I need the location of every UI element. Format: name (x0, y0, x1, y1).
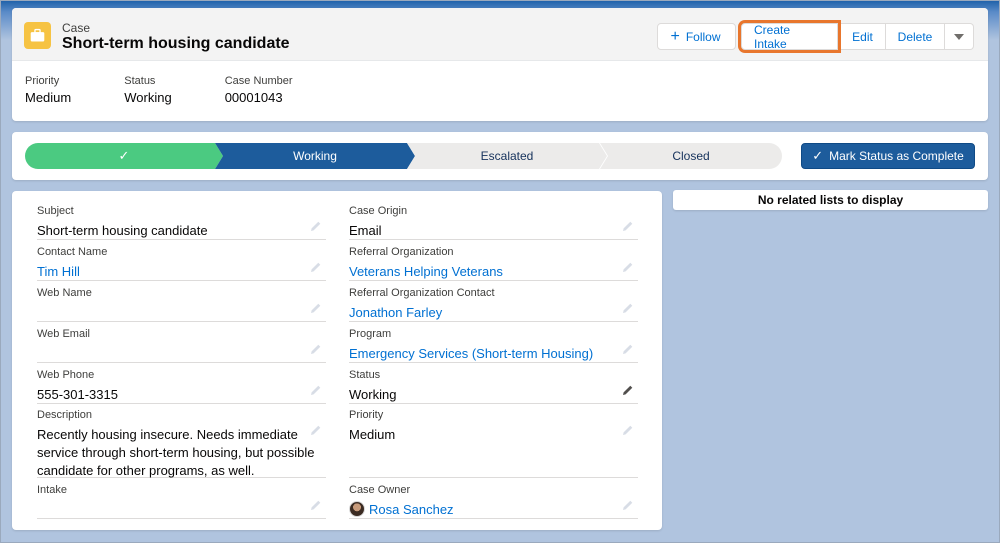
more-actions-button[interactable] (945, 23, 974, 50)
pencil-icon[interactable] (310, 301, 322, 313)
detail-field: Web Phone 555-301-3315 (37, 369, 326, 404)
highlights-panel: Priority Medium Status Working Case Numb… (25, 75, 346, 105)
pencil-icon[interactable] (622, 342, 634, 354)
detail-field: Referral Organization Contact Jonathon Fa… (349, 287, 638, 322)
detail-field: Contact Name Tim Hill (37, 246, 326, 281)
header-top-bar: Case Short-term housing candidate + Foll… (12, 8, 988, 61)
path-stage-working[interactable]: Working (215, 143, 415, 169)
highlight-case-number: Case Number 00001043 (225, 75, 293, 105)
field-value[interactable]: Veterans Helping Veterans (349, 263, 638, 281)
related-lists-panel: No related lists to display (673, 190, 988, 210)
detail-field: Description Recently housing insecure. Ne… (37, 409, 326, 478)
pencil-icon[interactable] (310, 342, 322, 354)
detail-field: Intake (37, 484, 326, 519)
status-path: ✓ Working Escalated Closed (25, 143, 782, 169)
highlight-value: Medium (25, 90, 72, 105)
details-panel: Subject Short-term housing candidate Conta… (12, 191, 662, 530)
briefcase-icon (24, 22, 51, 49)
highlight-label: Status (124, 75, 156, 87)
edit-button[interactable]: Edit (840, 23, 886, 50)
field-label: Priority (349, 409, 384, 421)
field-label: Case Owner (349, 484, 411, 496)
field-label: Contact Name (37, 246, 108, 258)
detail-field: Web Email (37, 328, 326, 363)
plus-icon: + (670, 27, 680, 45)
detail-field: Case Owner Rosa Sanchez (349, 484, 638, 519)
status-path-card: ✓ Working Escalated Closed ✓ Mark Status… (12, 132, 988, 180)
field-label: Status (349, 369, 381, 381)
field-value: Recently housing insecure. Needs immedia… (37, 427, 315, 478)
highlight-label: Priority (25, 75, 60, 87)
field-label: Web Email (37, 328, 90, 340)
case-owner-name[interactable]: Rosa Sanchez (369, 502, 454, 517)
pencil-icon[interactable] (310, 219, 322, 231)
field-label: Web Name (37, 287, 92, 299)
highlight-value: 00001043 (224, 90, 283, 105)
detail-field: Status Working (349, 369, 638, 404)
field-value[interactable]: Tim Hill (37, 263, 326, 281)
record-header: Case Short-term housing candidate + Foll… (12, 8, 988, 121)
create-intake-button[interactable]: Create Intake (741, 23, 838, 51)
field-value: Medium (349, 427, 396, 442)
pencil-icon[interactable] (622, 301, 634, 313)
related-empty-message: No related lists to display (757, 193, 904, 207)
field-label: Referral Organization (349, 246, 454, 258)
mark-status-complete-button[interactable]: ✓ Mark Status as Complete (801, 143, 975, 169)
highlight-label: Case Number (224, 75, 293, 87)
pencil-icon[interactable] (310, 423, 322, 435)
field-value: Working (349, 387, 397, 402)
pencil-icon[interactable] (622, 383, 634, 395)
highlight-priority: Priority Medium (25, 75, 71, 105)
highlight-value: Working (124, 90, 172, 105)
field-label: Program (349, 328, 392, 340)
field-label: Referral Organization Contact (349, 287, 495, 299)
path-stage-closed[interactable]: Closed (600, 143, 782, 169)
highlight-status: Status Working (124, 75, 171, 105)
object-type-label: Case (62, 21, 91, 35)
header-actions: + Follow Create Intake Edit Delete (657, 23, 974, 51)
field-value: Short-term housing candidate (37, 223, 208, 238)
path-stage-completed[interactable]: ✓ (25, 143, 223, 169)
avatar (349, 501, 365, 517)
path-stage-escalated[interactable]: Escalated (407, 143, 607, 169)
chevron-down-icon (954, 33, 964, 40)
pencil-icon[interactable] (622, 423, 634, 435)
field-label: Case Origin (349, 205, 408, 217)
field-label: Subject (37, 205, 74, 217)
checkmark-icon: ✓ (812, 148, 824, 163)
detail-field: Case Origin Email (349, 205, 638, 240)
change-owner-icon[interactable] (622, 498, 634, 510)
checkmark-icon: ✓ (118, 148, 130, 163)
pencil-icon[interactable] (622, 260, 634, 272)
record-title: Short-term housing candidate (62, 35, 290, 52)
field-value[interactable]: Jonathon Farley (349, 304, 638, 322)
field-value: Email (349, 223, 382, 238)
field-label: Web Phone (37, 369, 95, 381)
detail-field: Referral Organization Veterans Helping Ve… (349, 246, 638, 281)
follow-label: Follow (685, 29, 721, 44)
delete-button[interactable]: Delete (886, 23, 945, 50)
detail-field: Priority Medium (349, 409, 638, 478)
field-label: Description (37, 409, 93, 421)
pencil-icon[interactable] (310, 498, 322, 510)
field-label: Intake (37, 484, 67, 496)
follow-button[interactable]: + Follow (657, 23, 736, 50)
field-value: 555-301-3315 (37, 387, 118, 402)
detail-field: Subject Short-term housing candidate (37, 205, 326, 240)
pencil-icon[interactable] (310, 383, 322, 395)
pencil-icon[interactable] (310, 260, 322, 272)
mark-complete-label: Mark Status as Complete (829, 149, 964, 163)
detail-field: Web Name (37, 287, 326, 322)
field-value[interactable]: Emergency Services (Short-term Housing) (349, 345, 638, 363)
detail-field: Program Emergency Services (Short-term Ho… (349, 328, 638, 363)
field-value[interactable]: Rosa Sanchez (349, 501, 638, 519)
pencil-icon[interactable] (622, 219, 634, 231)
